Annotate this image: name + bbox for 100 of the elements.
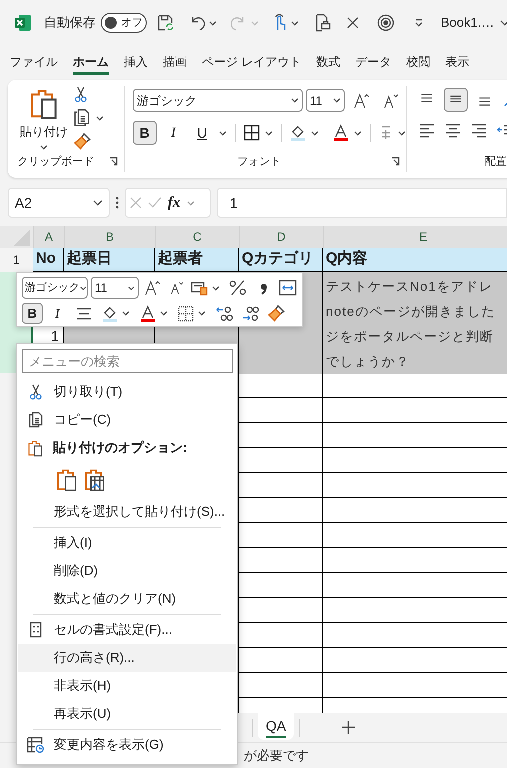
phonetic-guide-icon[interactable] xyxy=(379,125,393,141)
font-style-button[interactable]: B xyxy=(133,121,157,145)
font-style-button[interactable]: U xyxy=(190,121,214,145)
ribbon-tab[interactable]: 描画 xyxy=(163,51,187,75)
save-sync-icon[interactable] xyxy=(157,14,175,32)
customize-caret-icon[interactable] xyxy=(415,19,423,27)
clipboard-paste-icon[interactable] xyxy=(30,88,58,120)
dropdown-caret-icon[interactable] xyxy=(96,116,104,120)
column-header[interactable]: B xyxy=(64,226,155,248)
font-style-button[interactable]: B xyxy=(22,303,43,324)
paste-label[interactable]: 貼り付け xyxy=(20,123,68,141)
font-name-dropdown[interactable]: 游ゴシック xyxy=(22,277,88,299)
copy-icon[interactable] xyxy=(74,109,90,127)
menu-item[interactable]: 再表示(U) xyxy=(18,700,236,728)
decrease-decimal-icon[interactable] xyxy=(242,306,260,322)
chevron-down-icon xyxy=(80,286,87,290)
column-header[interactable]: A xyxy=(33,226,64,248)
decrease-font-size-icon[interactable] xyxy=(383,92,399,108)
dropdown-caret-icon[interactable] xyxy=(265,130,274,136)
dropdown-caret-icon[interactable] xyxy=(209,20,217,26)
menu-item[interactable]: 数式と値のクリア(N) xyxy=(18,585,236,613)
table-cell: 起票者 xyxy=(155,248,239,272)
dropdown-caret-icon[interactable] xyxy=(40,145,48,150)
add-sheet-icon[interactable] xyxy=(342,721,356,734)
row-header[interactable]: 1 xyxy=(0,248,33,272)
font-color-icon[interactable] xyxy=(333,124,350,142)
comma-style-icon[interactable] xyxy=(260,281,268,295)
menu-item[interactable]: 非表示(H) xyxy=(18,672,236,700)
borders-icon[interactable] xyxy=(244,125,260,141)
ribbon-tab[interactable]: 数式 xyxy=(316,51,340,75)
decrease-font-size-icon[interactable] xyxy=(170,281,184,295)
enter-check-icon[interactable] xyxy=(148,197,162,209)
column-header[interactable]: E xyxy=(323,226,507,248)
dropdown-caret-icon[interactable] xyxy=(291,20,299,26)
dropdown-caret-icon[interactable] xyxy=(212,286,220,290)
fill-color-icon[interactable] xyxy=(102,304,118,322)
currency-format-icon[interactable] xyxy=(191,280,209,296)
dropdown-caret-icon[interactable] xyxy=(160,311,168,316)
increase-font-size-icon[interactable] xyxy=(145,280,161,296)
percent-style-icon[interactable] xyxy=(229,280,247,296)
font-style-button[interactable]: I xyxy=(162,121,186,145)
align-center-icon[interactable] xyxy=(445,122,461,138)
dropdown-caret-icon[interactable] xyxy=(219,130,228,136)
formula-input[interactable]: 1 xyxy=(217,188,507,218)
column-header[interactable]: C xyxy=(155,226,239,248)
autosave-toggle[interactable]: オフ xyxy=(101,13,147,33)
menu-item[interactable]: 挿入(I) xyxy=(18,529,236,557)
menu-item[interactable]: 形式を選択して貼り付け(S)... xyxy=(18,498,236,526)
increase-font-size-icon[interactable] xyxy=(354,92,370,108)
ribbon-tab[interactable]: 挿入 xyxy=(124,51,148,75)
touch-hand-icon[interactable] xyxy=(273,14,287,32)
insert-function-button[interactable]: fx xyxy=(168,192,180,214)
menu-item[interactable]: 削除(D) xyxy=(18,557,236,585)
history-table-icon xyxy=(27,737,45,753)
ribbon-tab[interactable]: ホーム xyxy=(73,51,109,75)
font-color-icon[interactable] xyxy=(140,304,156,322)
increase-decimal-icon[interactable] xyxy=(216,306,234,322)
fill-color-icon[interactable] xyxy=(290,124,306,142)
format-painter-icon[interactable] xyxy=(268,305,285,322)
ribbon-tab[interactable]: 表示 xyxy=(445,51,470,75)
menu-item[interactable]: セルの書式設定(F)... xyxy=(18,616,236,644)
font-size-dropdown[interactable]: 11 xyxy=(306,89,345,112)
font-name-dropdown[interactable]: 游ゴシック xyxy=(133,89,303,112)
paste-icon[interactable] xyxy=(57,468,77,492)
document-title[interactable]: Book1.… xyxy=(441,13,494,33)
ribbon-tab[interactable]: ファイル xyxy=(10,51,58,75)
more-options-icon[interactable] xyxy=(116,197,119,209)
ribbon-tab[interactable]: ページ レイアウト xyxy=(202,51,302,75)
menu-item[interactable]: 変更内容を表示(G) xyxy=(18,731,236,759)
vertical-align-button[interactable] xyxy=(444,88,468,112)
target-icon[interactable] xyxy=(377,14,395,32)
menu-item[interactable]: 切り取り(T) xyxy=(18,378,236,406)
name-box[interactable]: A2 xyxy=(8,188,110,218)
menu-item[interactable]: コピー(C) xyxy=(18,406,236,434)
dropdown-caret-icon[interactable] xyxy=(398,130,406,136)
dropdown-caret-icon[interactable] xyxy=(354,130,362,136)
dropdown-caret-icon[interactable] xyxy=(198,311,206,316)
close-icon[interactable] xyxy=(347,17,359,29)
align-left-icon[interactable] xyxy=(419,122,435,138)
borders-icon[interactable] xyxy=(178,306,194,322)
paste-picture-icon[interactable] xyxy=(85,468,105,492)
wrap-text-icon[interactable] xyxy=(279,280,297,296)
sheet-tab[interactable]: QA xyxy=(258,713,294,740)
dialog-launcher-icon[interactable] xyxy=(109,157,118,166)
dropdown-caret-icon[interactable] xyxy=(122,311,130,316)
font-size-dropdown[interactable]: 11 xyxy=(91,277,139,299)
group-label: 配置 xyxy=(484,155,507,170)
dropdown-caret-icon[interactable] xyxy=(311,130,320,136)
format-painter-icon[interactable] xyxy=(74,133,91,150)
menu-item[interactable]: 行の高さ(R)... xyxy=(18,644,236,672)
ribbon-tab[interactable]: データ xyxy=(355,51,392,75)
print-preview-icon[interactable] xyxy=(315,14,331,32)
align-center-icon[interactable] xyxy=(76,306,92,322)
menu-search-field[interactable]: メニューの検索 xyxy=(22,349,233,373)
ribbon-tab[interactable]: 校閲 xyxy=(406,51,430,75)
dialog-launcher-icon[interactable] xyxy=(391,157,400,166)
scissors-icon[interactable] xyxy=(74,86,88,103)
column-header[interactable]: D xyxy=(239,226,323,248)
chevron-down-icon[interactable] xyxy=(500,20,507,26)
align-right-icon[interactable] xyxy=(471,122,487,138)
